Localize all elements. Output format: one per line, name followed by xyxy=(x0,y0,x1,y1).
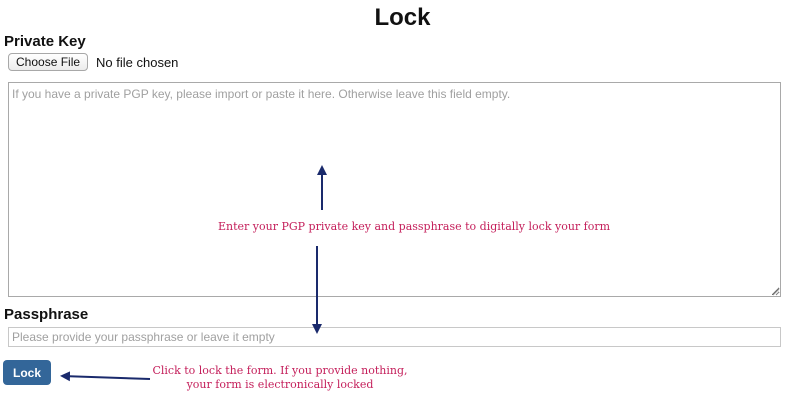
private-key-label: Private Key xyxy=(4,33,86,50)
resize-grip-icon[interactable] xyxy=(772,288,780,296)
file-status: No file chosen xyxy=(96,54,179,70)
passphrase-label: Passphrase xyxy=(4,306,89,323)
file-picker: Choose File No file chosen xyxy=(8,53,178,71)
lock-hint-annotation: Click to lock the form. If you provide n… xyxy=(150,364,410,392)
key-hint-annotation: Enter your PGP private key and passphras… xyxy=(218,220,611,233)
lock-hint-line-1: Click to lock the form. If you provide n… xyxy=(152,364,408,377)
passphrase-input[interactable] xyxy=(8,327,781,347)
private-key-textarea[interactable] xyxy=(8,82,781,297)
arrow-left-to-lock xyxy=(60,371,151,382)
choose-file-button[interactable]: Choose File xyxy=(8,53,89,71)
lock-button[interactable]: Lock xyxy=(3,360,51,385)
lock-hint-line-2: your form is electronically locked xyxy=(186,378,374,391)
page-title: Lock xyxy=(374,4,431,31)
